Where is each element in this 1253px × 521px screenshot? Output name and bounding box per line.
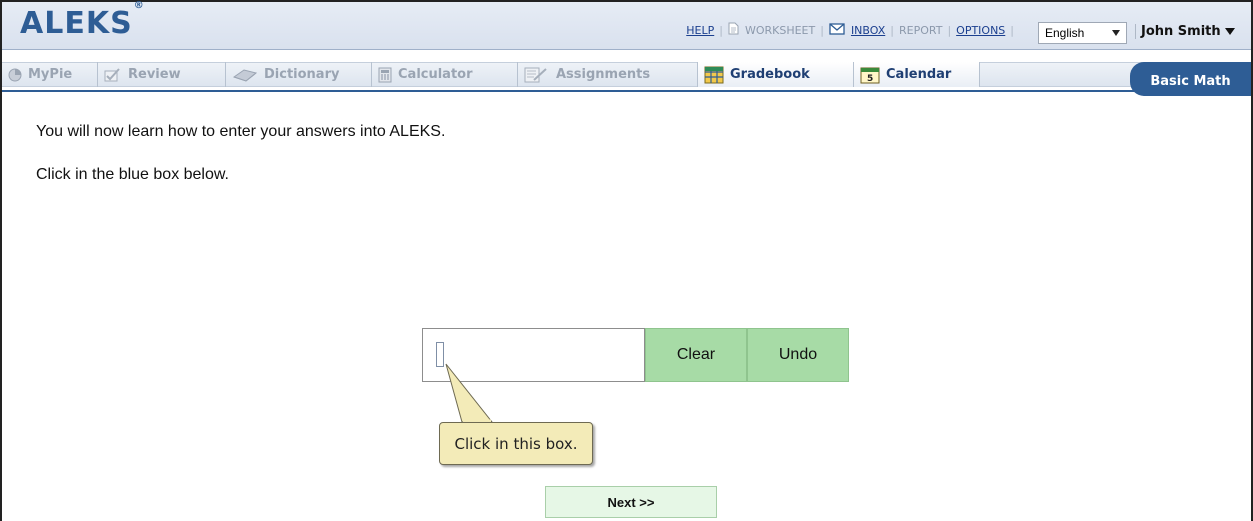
next-button[interactable]: Next >> <box>545 486 717 518</box>
tab-mypie[interactable]: MyPie <box>2 62 98 87</box>
tab-assignments[interactable]: Assignments <box>518 62 698 87</box>
tab-gradebook[interactable]: Gradebook <box>698 62 854 87</box>
hint-tooltip: Click in this box. <box>439 422 593 465</box>
report-link[interactable]: REPORT <box>899 24 942 37</box>
clear-button[interactable]: Clear <box>645 328 747 382</box>
calculator-icon <box>378 67 392 83</box>
assignment-icon <box>524 67 550 83</box>
language-value: English <box>1045 26 1085 40</box>
check-icon <box>104 67 122 82</box>
inbox-icon <box>829 22 845 38</box>
worksheet-link[interactable]: WORKSHEET <box>745 24 815 37</box>
gradebook-icon <box>704 66 724 84</box>
worksheet-icon <box>728 22 739 38</box>
tooltip-pointer <box>445 363 494 423</box>
inbox-link[interactable]: INBOX <box>851 24 885 37</box>
book-icon <box>232 68 258 82</box>
user-menu[interactable]: John Smith <box>1135 24 1235 39</box>
aleks-logo: ALEKS® <box>20 0 145 41</box>
pie-icon <box>8 68 22 82</box>
calendar-icon: 5 <box>860 66 880 84</box>
svg-text:5: 5 <box>867 74 873 84</box>
user-name: John Smith <box>1141 24 1221 39</box>
header-links: HELP | WORKSHEET | INBOX | REPORT | OPTI… <box>686 22 1014 38</box>
course-badge[interactable]: Basic Math <box>1130 62 1251 96</box>
instruction-text: Click in the blue box below. <box>36 166 229 183</box>
undo-button[interactable]: Undo <box>747 328 849 382</box>
tab-dictionary[interactable]: Dictionary <box>226 62 372 87</box>
app-window: ALEKS® HELP | WORKSHEET | INBOX | REPORT… <box>0 0 1253 521</box>
language-select[interactable]: English <box>1038 22 1127 44</box>
instruction-text: You will now learn how to enter your ans… <box>36 123 446 140</box>
top-header: ALEKS® HELP | WORKSHEET | INBOX | REPORT… <box>2 0 1251 50</box>
caret-down-icon <box>1224 28 1235 35</box>
dropdown-arrow-icon <box>1112 30 1120 36</box>
nav-bar: MyPie Review Dictionary Calculator Assig <box>2 50 1251 96</box>
tab-calculator[interactable]: Calculator <box>372 62 518 87</box>
tab-review[interactable]: Review <box>98 62 226 87</box>
options-link[interactable]: OPTIONS <box>956 24 1005 37</box>
help-link[interactable]: HELP <box>686 24 714 37</box>
tab-calendar[interactable]: 5 Calendar <box>854 62 980 87</box>
